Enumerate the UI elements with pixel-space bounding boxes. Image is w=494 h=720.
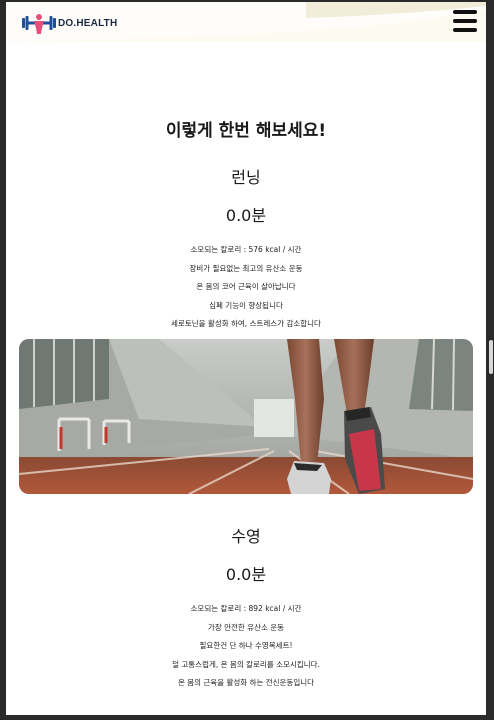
desc-line: 심폐 기능이 향상됩니다	[209, 300, 283, 310]
logo-text: DO.HEALTH	[58, 17, 118, 29]
desc-line: 소모되는 칼로리 : 892 kcal / 시간	[190, 604, 302, 613]
running-track-photo	[19, 339, 473, 494]
exercise-name-swimming: 수영	[231, 527, 261, 546]
desc-line: 가장 안전한 유산소 운동	[207, 622, 285, 632]
desc-line: 세로토닌을 활성화 하여, 스트레스가 감소합니다	[171, 319, 321, 329]
menu-bar	[453, 10, 477, 14]
hamburger-menu-icon[interactable]	[453, 8, 477, 34]
desc-line: 온 몸의 코어 근육이 살아납니다	[196, 282, 296, 292]
menu-bar	[453, 19, 477, 23]
menu-bar	[453, 28, 477, 32]
desc-line: 덜 고통스럽게, 온 몸의 칼로리를 소모시킵니다.	[172, 659, 320, 669]
page-title: 이렇게 한번 해보세요!	[165, 121, 327, 141]
desc-line: 온 몸의 근육을 활성화 하는 전신운동입니다	[177, 678, 315, 688]
scrollbar-thumb[interactable]	[489, 340, 493, 374]
dumbbell-person-icon	[22, 14, 56, 34]
page: DO.HEALTH 이렇게 한번 해보세요! 런닝 0.0분 소모되는 칼로리 …	[6, 2, 486, 715]
exercise-desc-running: 소모되는 칼로리 : 576 kcal / 시간 장비가 필요없는 최고의 유산…	[6, 241, 486, 334]
exercise-desc-swimming: 소모되는 칼로리 : 892 kcal / 시간 가장 안전한 유산소 운동 필…	[6, 600, 486, 693]
desc-line: 필요한건 단 하나 수영복세트!	[199, 641, 293, 651]
header: DO.HEALTH	[6, 2, 486, 42]
exercise-name-running: 런닝	[231, 168, 261, 187]
exercise-time-running: 0.0분	[225, 206, 267, 225]
logo[interactable]: DO.HEALTH	[22, 12, 117, 34]
desc-line: 소모되는 칼로리 : 576 kcal / 시간	[190, 245, 302, 254]
desc-line: 장비가 필요없는 최고의 유산소 운동	[189, 263, 303, 273]
exercise-time-swimming: 0.0분	[225, 565, 267, 584]
